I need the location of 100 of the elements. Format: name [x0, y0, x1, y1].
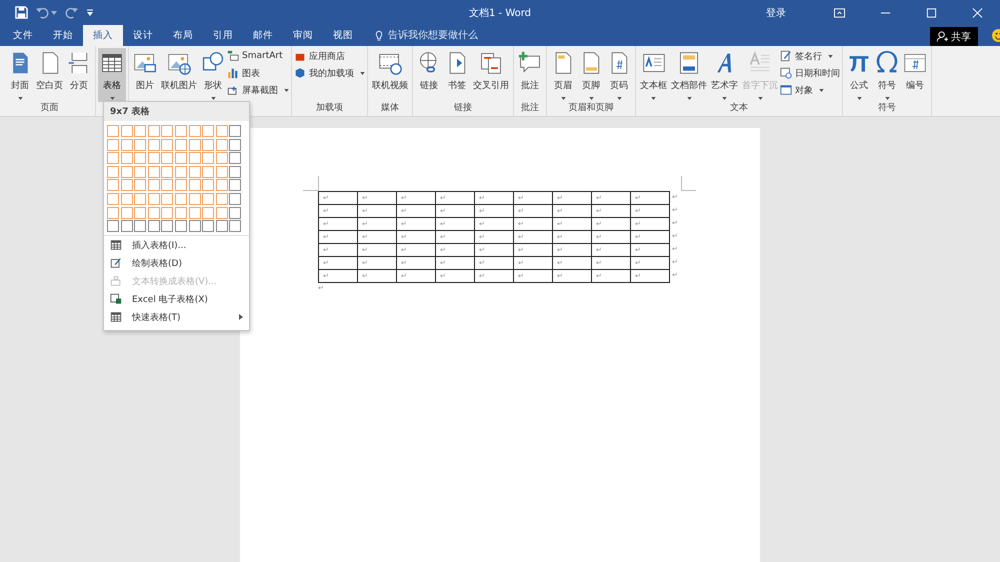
grid-cell[interactable]	[229, 125, 242, 137]
grid-cell[interactable]	[134, 179, 146, 192]
grid-cell[interactable]	[120, 179, 133, 192]
grid-cell[interactable]	[134, 152, 146, 164]
ribbon-button[interactable]: 屏幕截图	[227, 83, 289, 97]
ribbon-button[interactable]: 应用商店	[294, 49, 365, 63]
ribbon-display-icon[interactable]	[834, 8, 845, 18]
ribbon-button[interactable]: 交叉引用	[471, 48, 511, 102]
grid-cell[interactable]	[148, 179, 160, 192]
grid-cell[interactable]	[216, 220, 228, 232]
save-icon[interactable]	[15, 6, 28, 19]
ribbon-button[interactable]: 表格	[98, 48, 126, 102]
grid-cell[interactable]	[229, 206, 242, 219]
ribbon-button[interactable]: 文档部件	[669, 48, 709, 102]
grid-cell[interactable]	[174, 206, 187, 219]
ribbon-button[interactable]: 对象	[780, 83, 840, 97]
grid-cell[interactable]	[107, 179, 119, 192]
grid-cell[interactable]	[120, 138, 133, 151]
grid-cell[interactable]	[107, 166, 119, 178]
ribbon-tab[interactable]: 插入	[83, 25, 123, 46]
ribbon-button[interactable]: 形状	[199, 48, 227, 102]
grid-cell[interactable]	[188, 152, 201, 164]
ribbon-button[interactable]: 公式	[845, 48, 873, 102]
ribbon-button[interactable]: SmartArt	[227, 49, 289, 63]
caret-icon[interactable]	[51, 10, 57, 14]
ribbon-button[interactable]: 分页	[65, 48, 93, 102]
grid-cell[interactable]	[216, 138, 228, 151]
grid-cell[interactable]	[174, 125, 187, 137]
grid-cell[interactable]	[107, 152, 119, 164]
sign-in-link[interactable]: 登录	[766, 6, 786, 20]
grid-cell[interactable]	[229, 138, 242, 151]
undo-icon[interactable]	[36, 6, 49, 19]
ribbon-tab[interactable]: 审阅	[283, 25, 323, 46]
grid-cell[interactable]	[174, 220, 187, 232]
grid-cell[interactable]	[188, 138, 201, 151]
grid-cell[interactable]	[229, 220, 242, 232]
ribbon-button[interactable]: 页眉	[549, 48, 577, 102]
grid-cell[interactable]	[161, 206, 174, 219]
ribbon-tab[interactable]: 视图	[323, 25, 363, 46]
grid-cell[interactable]	[120, 220, 133, 232]
customize-icon[interactable]	[86, 8, 94, 16]
grid-cell[interactable]	[202, 125, 214, 137]
grid-cell[interactable]	[174, 179, 187, 192]
ribbon-button[interactable]: 日期和时间	[780, 66, 840, 80]
ribbon-button[interactable]: 空白页	[34, 48, 65, 102]
grid-cell[interactable]	[229, 192, 242, 205]
ribbon-button[interactable]: 封面	[6, 48, 34, 102]
grid-cell[interactable]	[107, 206, 119, 219]
grid-cell[interactable]	[229, 179, 242, 192]
grid-cell[interactable]	[174, 138, 187, 151]
grid-cell[interactable]	[202, 138, 214, 151]
grid-cell[interactable]	[216, 179, 228, 192]
ribbon-tab[interactable]: 布局	[163, 25, 203, 46]
ribbon-button[interactable]: 联机视频	[370, 48, 410, 102]
grid-cell[interactable]	[216, 125, 228, 137]
grid-cell[interactable]	[107, 138, 119, 151]
grid-cell[interactable]	[188, 192, 201, 205]
grid-cell[interactable]	[229, 152, 242, 164]
grid-cell[interactable]	[107, 192, 119, 205]
ribbon-tab[interactable]: 设计	[123, 25, 163, 46]
grid-cell[interactable]	[188, 179, 201, 192]
ribbon-button[interactable]: 编号	[901, 48, 929, 102]
grid-cell[interactable]	[216, 192, 228, 205]
grid-cell[interactable]	[107, 125, 119, 137]
grid-cell[interactable]	[161, 220, 174, 232]
ribbon-button[interactable]: 签名行	[780, 49, 840, 63]
grid-cell[interactable]	[188, 166, 201, 178]
grid-cell[interactable]	[148, 220, 160, 232]
grid-cell[interactable]	[120, 125, 133, 137]
grid-cell[interactable]	[120, 166, 133, 178]
grid-cell[interactable]	[161, 166, 174, 178]
grid-cell[interactable]	[148, 192, 160, 205]
ribbon-button[interactable]: 联机图片	[159, 48, 199, 102]
share-button[interactable]: 共享	[930, 27, 978, 46]
grid-cell[interactable]	[174, 192, 187, 205]
grid-cell[interactable]	[202, 152, 214, 164]
ribbon-tab[interactable]: 开始	[43, 25, 83, 46]
menu-item[interactable]: 插入表格(I)...	[104, 236, 249, 254]
grid-cell[interactable]	[202, 192, 214, 205]
menu-item[interactable]: 快速表格(T)	[104, 308, 249, 326]
ribbon-button[interactable]: 符号	[873, 48, 901, 102]
grid-cell[interactable]	[216, 166, 228, 178]
maximize-icon[interactable]	[926, 8, 937, 18]
grid-cell[interactable]	[229, 166, 242, 178]
grid-cell[interactable]	[161, 125, 174, 137]
grid-cell[interactable]	[174, 166, 187, 178]
close-icon[interactable]	[972, 8, 983, 18]
redo-icon[interactable]	[65, 6, 78, 19]
menu-item[interactable]: 绘制表格(D)	[104, 254, 249, 272]
ribbon-button[interactable]: 页码	[605, 48, 633, 102]
grid-cell[interactable]	[148, 206, 160, 219]
grid-cell[interactable]	[120, 192, 133, 205]
grid-cell[interactable]	[161, 138, 174, 151]
ribbon-button[interactable]: 文本框	[638, 48, 669, 102]
grid-cell[interactable]	[188, 206, 201, 219]
menu-item[interactable]: Excel 电子表格(X)	[104, 290, 249, 308]
ribbon-button[interactable]: 图片	[131, 48, 159, 102]
grid-cell[interactable]	[134, 125, 146, 137]
ribbon-button[interactable]: 书签	[443, 48, 471, 102]
grid-cell[interactable]	[216, 206, 228, 219]
